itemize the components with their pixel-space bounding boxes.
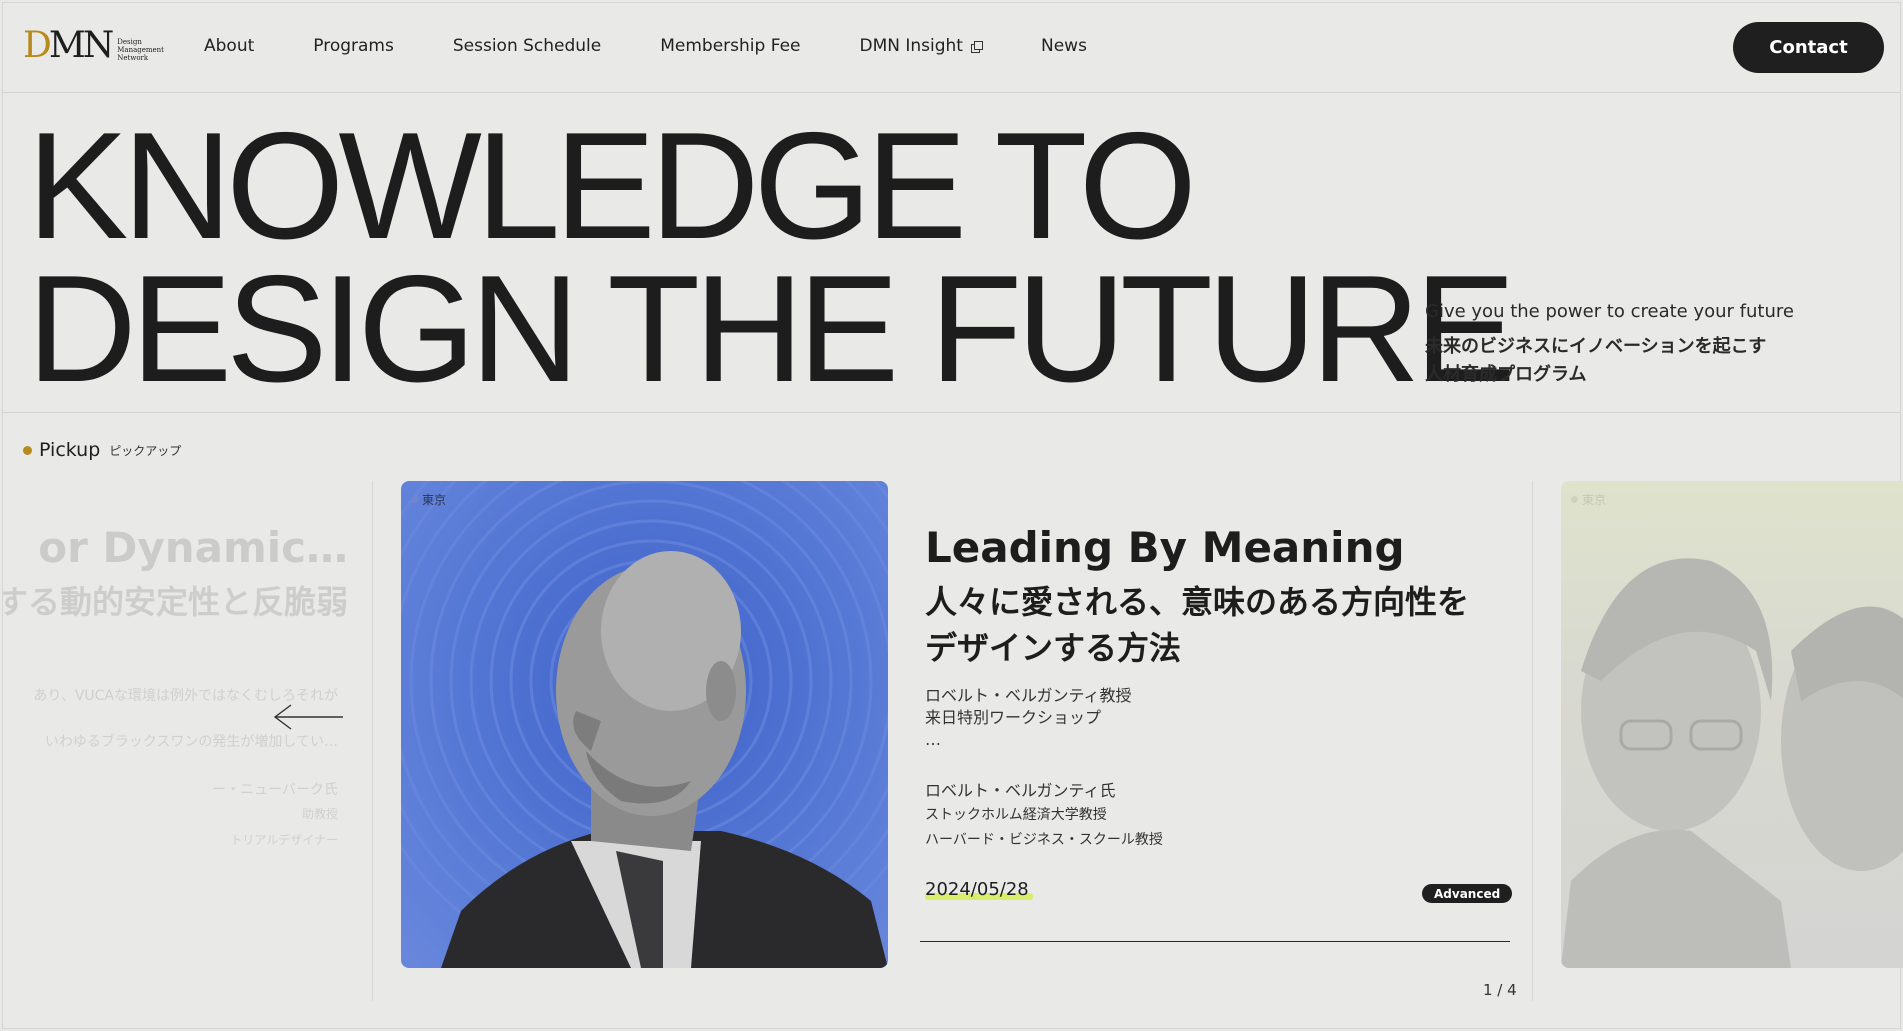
contact-button-label: Contact — [1769, 37, 1848, 58]
slide-pager: 1 / 4 — [1483, 981, 1517, 999]
level-badge: Advanced — [1422, 884, 1513, 903]
pickup-title-jp: ピックアップ — [109, 443, 182, 458]
speaker-role-2: ハーバード・ビジネス・スクール教授 — [925, 832, 1163, 848]
logo-word-management: Management — [117, 46, 164, 54]
card-desc-line-1: ロベルト・ベルガンティ教授 — [925, 686, 1132, 705]
next-slide-preview[interactable]: 東京 — [1561, 481, 1903, 968]
card-title[interactable]: Leading By Meaning — [925, 523, 1405, 572]
card-image[interactable]: 東京 — [401, 481, 888, 968]
nav-programs[interactable]: Programs — [313, 36, 394, 56]
logo-letters-mn: MN — [48, 25, 114, 66]
site-header: DMN Design Management Network About Prog… — [3, 3, 1900, 93]
next-location-dot-icon — [1571, 496, 1578, 503]
hero-tagline-jp: 未来のビジネスにイノベーションを起こす 人材育成プログラム — [1425, 333, 1766, 389]
prev-slide-person: ー・ニューバーク氏 — [212, 782, 338, 798]
speaker-name: ロベルト・ベルガンティ氏 — [925, 781, 1116, 800]
card-date-text: 2024/05/28 — [925, 879, 1029, 900]
nav-session-schedule[interactable]: Session Schedule — [453, 36, 601, 56]
card-date: 2024/05/28 — [925, 879, 1033, 900]
prev-slide-title: or Dynamic… — [38, 523, 348, 572]
card-location-label: 東京 — [422, 493, 447, 507]
hero-tagline-jp-line-1: 未来のビジネスにイノベーションを起こす — [1425, 336, 1767, 357]
slide-divider-right — [1532, 481, 1533, 1001]
hero-headline-line-1: KNOWLEDGE TO — [27, 101, 1197, 271]
logo-word-network: Network — [117, 54, 149, 62]
nav-membership-fee[interactable]: Membership Fee — [660, 36, 800, 56]
card-desc-ellipsis: … — [925, 730, 941, 749]
hero-tagline-jp-line-2: 人材育成プログラム — [1425, 364, 1587, 385]
logo-wordmark: Design Management Network — [117, 38, 164, 64]
contact-button[interactable]: Contact — [1733, 22, 1884, 73]
nav-about[interactable]: About — [204, 36, 254, 56]
speaker-role-1: ストックホルム経済大学教授 — [925, 807, 1107, 823]
pickup-title: Pickup — [39, 439, 101, 461]
prev-slide-role-1: 助教授 — [301, 807, 338, 821]
card-description: ロベルト・ベルガンティ教授 来日特別ワークショップ … — [925, 685, 1132, 751]
nav-news-label: News — [1040, 36, 1087, 56]
prev-slide-role-2: トリアルデザイナー — [230, 833, 338, 847]
external-link-icon — [970, 40, 983, 53]
next-slide-portrait-image — [1561, 558, 1903, 968]
nav-programs-label: Programs — [313, 36, 394, 56]
card-rule — [920, 941, 1510, 942]
page-frame: DMN Design Management Network About Prog… — [2, 2, 1903, 1029]
prev-slide-preview[interactable]: or Dynamic… する動的安定性と反脆弱 あり、VUCAな環境は例外ではな… — [3, 523, 348, 863]
dmn-logo[interactable]: DMN Design Management Network — [23, 28, 164, 64]
card-subtitle-line-2: デザインする方法 — [925, 629, 1182, 667]
speaker-portrait-image — [401, 481, 888, 968]
card-desc-line-2: 来日特別ワークショップ — [925, 708, 1102, 727]
next-slide-location-tag: 東京 — [1571, 491, 1606, 508]
logo-letter-d: D — [23, 25, 52, 66]
card-subtitle: 人々に愛される、意味のある方向性を デザインする方法 — [925, 579, 1469, 671]
nav-dmn-insight-label: DMN Insight — [859, 36, 963, 56]
hero-headline-line-2: DESIGN THE FUTURE — [27, 244, 1516, 414]
logo-word-design: Design — [117, 38, 142, 46]
card-speaker: ロベルト・ベルガンティ氏 ストックホルム経済大学教授 ハーバード・ビジネス・スク… — [925, 778, 1163, 853]
hero-tagline: Give you the power to create your future — [1425, 301, 1794, 322]
hero-divider — [3, 412, 1900, 413]
main-nav: About Programs Session Schedule Membersh… — [204, 36, 1146, 56]
prev-arrow-icon[interactable] — [273, 702, 345, 732]
nav-news[interactable]: News — [1041, 36, 1087, 56]
prev-slide-subtitle: する動的安定性と反脆弱 — [3, 583, 348, 621]
nav-membership-fee-label: Membership Fee — [660, 36, 801, 56]
slide-divider-left — [372, 481, 373, 1001]
pickup-heading: Pickup ピックアップ — [23, 439, 181, 461]
nav-session-schedule-label: Session Schedule — [452, 36, 602, 56]
card-location-tag: 東京 — [411, 491, 446, 508]
nav-dmn-insight[interactable]: DMN Insight — [859, 36, 983, 56]
card-subtitle-line-1: 人々に愛される、意味のある方向性を — [925, 583, 1470, 621]
location-dot-icon — [411, 496, 418, 503]
logo-mark: DMN — [23, 25, 114, 66]
prev-slide-desc-2: いわゆるブラックスワンの発生が増加してい… — [44, 734, 338, 750]
nav-about-label: About — [204, 36, 255, 56]
next-slide-location-label: 東京 — [1582, 493, 1607, 507]
pickup-dot-icon — [23, 445, 32, 455]
